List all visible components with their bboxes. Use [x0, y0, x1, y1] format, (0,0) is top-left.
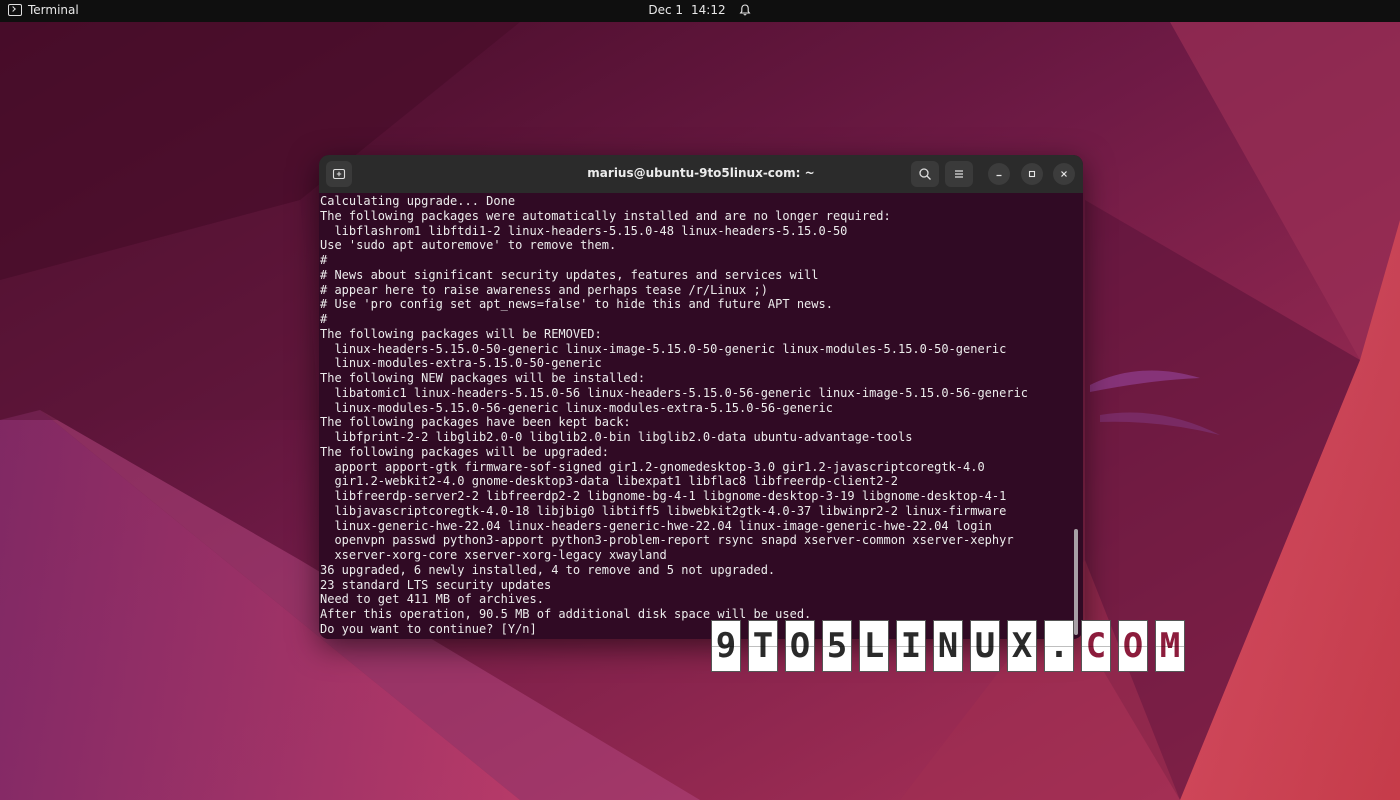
- terminal-app-icon: [8, 4, 22, 16]
- watermark-letter: C: [1081, 620, 1111, 672]
- bell-icon: [739, 4, 751, 16]
- terminal-line: The following packages have been kept ba…: [320, 415, 631, 430]
- terminal-line: #: [320, 253, 328, 267]
- terminal-line: # Use 'pro config set apt_news=false' to…: [320, 297, 833, 312]
- terminal-line: openvpn passwd python3-apport python3-pr…: [320, 533, 1014, 548]
- clock-area: Dec 1 14:12: [0, 3, 1400, 17]
- terminal-line: libatomic1 linux-headers-5.15.0-56 linux…: [320, 385, 1029, 400]
- terminal-line: libfreerdp-server2-2 libfreerdp2-2 libgn…: [320, 489, 1007, 503]
- terminal-line: The following packages will be upgraded:: [320, 444, 609, 459]
- terminal-line: linux-modules-5.15.0-56-generic linux-mo…: [320, 400, 833, 415]
- terminal-line: # appear here to raise awareness and per…: [320, 282, 768, 297]
- terminal-window[interactable]: marius@ubuntu-9to5linux-com: ~ Calculati…: [319, 155, 1083, 639]
- close-icon: [1061, 171, 1067, 177]
- terminal-text: Calculating upgrade... Done The following…: [320, 194, 1028, 637]
- watermark-letter: N: [933, 620, 963, 672]
- terminal-line: libjavascriptcoregtk-4.0-18 libjbig0 lib…: [320, 503, 1007, 518]
- minimize-icon: [996, 174, 1002, 177]
- terminal-line: The following packages were automaticall…: [320, 208, 891, 223]
- watermark-logo: 9 T O 5 L I N U X . C O M: [711, 620, 1192, 672]
- terminal-line: The following packages will be REMOVED:: [320, 326, 602, 341]
- clock-button[interactable]: Dec 1 14:12: [648, 3, 751, 17]
- maximize-icon: [1028, 170, 1036, 178]
- app-name: Terminal: [28, 3, 79, 17]
- terminal-line: The following NEW packages will be insta…: [320, 371, 646, 385]
- terminal-line: 36 upgraded, 6 newly installed, 4 to rem…: [320, 562, 776, 577]
- terminal-line: #: [320, 312, 328, 326]
- watermark-letter: T: [748, 620, 778, 672]
- watermark-letter: 9: [711, 620, 741, 672]
- search-icon: [919, 168, 931, 180]
- watermark-letter: 5: [822, 620, 852, 672]
- search-button[interactable]: [911, 161, 939, 187]
- terminal-line: linux-headers-5.15.0-50-generic linux-im…: [320, 341, 1007, 356]
- terminal-line: Need to get 411 MB of archives.: [320, 592, 544, 607]
- main-menu-button[interactable]: [945, 161, 973, 187]
- terminal-headerbar[interactable]: marius@ubuntu-9to5linux-com: ~: [319, 155, 1083, 193]
- terminal-output[interactable]: Calculating upgrade... Done The following…: [319, 193, 1083, 639]
- terminal-line: libfprint-2-2 libglib2.0-0 libglib2.0-bi…: [320, 430, 913, 444]
- new-tab-icon: [332, 168, 346, 180]
- clock-date: Dec 1: [648, 3, 684, 17]
- close-button[interactable]: [1053, 163, 1075, 185]
- maximize-button[interactable]: [1021, 163, 1043, 185]
- terminal-line: apport apport-gtk firmware-sof-signed gi…: [320, 459, 985, 474]
- top-bar: Terminal Dec 1 14:12: [0, 0, 1400, 22]
- terminal-line: # News about significant security update…: [320, 267, 819, 282]
- watermark-letter: O: [1118, 620, 1148, 672]
- terminal-line: xserver-xorg-core xserver-xorg-legacy xw…: [320, 548, 667, 562]
- watermark-letter: .: [1044, 620, 1074, 672]
- watermark-letter: O: [785, 620, 815, 672]
- terminal-line: linux-modules-extra-5.15.0-50-generic: [320, 356, 602, 371]
- minimize-button[interactable]: [988, 163, 1010, 185]
- new-tab-button[interactable]: [326, 161, 352, 187]
- clock-time: 14:12: [691, 3, 726, 17]
- watermark-letter: U: [970, 620, 1000, 672]
- terminal-line: Calculating upgrade... Done: [320, 194, 516, 208]
- terminal-line: libflashrom1 libftdi1-2 linux-headers-5.…: [320, 223, 848, 238]
- watermark-letter: X: [1007, 620, 1037, 672]
- hamburger-menu-icon: [955, 170, 963, 178]
- desktop: Terminal Dec 1 14:12 marius@ubuntu-9to5l…: [0, 0, 1400, 800]
- terminal-line: Use 'sudo apt autoremove' to remove them…: [320, 238, 617, 253]
- terminal-line: 23 standard LTS security updates: [320, 577, 552, 592]
- watermark-letter: I: [896, 620, 926, 672]
- terminal-line: linux-generic-hwe-22.04 linux-headers-ge…: [320, 518, 992, 533]
- terminal-line: gir1.2-webkit2-4.0 gnome-desktop3-data l…: [320, 474, 898, 489]
- watermark-letter: M: [1155, 620, 1185, 672]
- watermark-letter: L: [859, 620, 889, 672]
- activities-app-menu[interactable]: Terminal: [8, 3, 79, 17]
